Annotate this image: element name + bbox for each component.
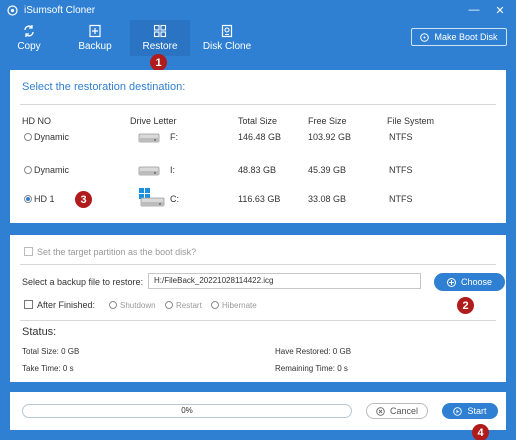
tab-backup[interactable]: Backup	[70, 20, 120, 56]
total-size-cell: 146.48 GB	[238, 132, 282, 142]
file-system-cell: NTFS	[389, 194, 413, 204]
have-restored-status: Have Restored: 0 GB	[275, 347, 352, 356]
copy-icon	[24, 25, 34, 37]
free-size-cell: 45.39 GB	[308, 165, 347, 175]
hd-no-cell: HD 1	[34, 194, 55, 204]
restart-label: Restart	[176, 301, 202, 310]
title-bar: iSumsoft Cloner	[0, 0, 516, 20]
tab-label: Disk Clone	[202, 41, 252, 52]
cancel-button[interactable]: Cancel	[366, 403, 428, 419]
hibernate-radio[interactable]	[211, 301, 219, 309]
make-boot-disk-button[interactable]: Make Boot Disk	[411, 28, 507, 46]
partition-radio[interactable]	[24, 133, 32, 141]
close-icon[interactable]: ✕	[490, 0, 510, 20]
select-backup-label: Select a backup file to restore:	[22, 277, 144, 287]
partition-radio-selected[interactable]	[24, 195, 32, 203]
tab-label: Restore	[142, 41, 178, 52]
cancel-label: Cancel	[389, 406, 418, 416]
hibernate-label: Hibernate	[222, 301, 257, 310]
choose-button[interactable]: Choose	[434, 273, 505, 291]
drive-letter-cell: F:	[170, 132, 178, 142]
start-button[interactable]: Start	[442, 403, 498, 419]
divider	[20, 320, 496, 321]
minimize-icon[interactable]: —	[464, 0, 484, 20]
start-label: Start	[467, 406, 487, 416]
backup-path-field[interactable]: H:/FileBack_20221028114422.icg	[148, 273, 421, 289]
column-header-file-system: File System	[387, 116, 435, 126]
tab-restore[interactable]: Restore	[130, 20, 190, 56]
hd-no-cell: Dynamic	[34, 165, 70, 175]
column-header-drive-letter: Drive Letter	[130, 116, 177, 126]
hard-drive-icon	[138, 166, 160, 176]
tab-copy[interactable]: Copy	[4, 20, 54, 56]
take-time-status: Take Time: 0 s	[22, 364, 74, 373]
annotation-badge-2: 2	[457, 297, 474, 314]
total-size-status: Total Size: 0 GB	[22, 347, 80, 356]
total-size-cell: 48.83 GB	[238, 165, 277, 175]
action-panel: 0% Cancel Start	[10, 392, 506, 430]
shutdown-radio[interactable]	[109, 301, 117, 309]
total-size-cell: 116.63 GB	[238, 194, 281, 204]
annotation-badge-1: 1	[150, 54, 167, 71]
windows-drive-icon	[139, 188, 165, 207]
file-system-cell: NTFS	[389, 132, 413, 142]
add-icon	[446, 277, 456, 287]
tab-label: Copy	[17, 41, 41, 52]
column-header-free-size: Free Size	[308, 116, 347, 126]
destination-panel: Select the restoration destination: HD N…	[10, 70, 506, 223]
column-header-hd-no: HD NO	[22, 116, 51, 126]
drive-letter-cell: C:	[170, 194, 179, 204]
restart-radio[interactable]	[165, 301, 173, 309]
status-title: Status:	[22, 326, 57, 338]
options-panel: Set the target partition as the boot dis…	[10, 235, 506, 382]
progress-text: 0%	[181, 406, 193, 415]
annotation-badge-4: 4	[472, 424, 489, 440]
choose-label: Choose	[460, 277, 493, 287]
restore-icon	[153, 24, 167, 38]
partition-radio[interactable]	[24, 166, 32, 174]
shutdown-label: Shutdown	[120, 301, 156, 310]
free-size-cell: 103.92 GB	[308, 132, 352, 142]
play-icon	[453, 406, 463, 416]
make-boot-disk-label: Make Boot Disk	[434, 32, 498, 42]
after-finished-checkbox[interactable]	[24, 300, 33, 309]
divider	[20, 264, 496, 265]
annotation-badge-3: 3	[75, 191, 92, 208]
boot-disk-checkbox[interactable]	[24, 247, 33, 256]
drive-letter-cell: I:	[170, 165, 176, 175]
disk-clone-icon	[221, 24, 233, 38]
free-size-cell: 33.08 GB	[308, 194, 347, 204]
destination-title: Select the restoration destination:	[22, 81, 186, 93]
file-system-cell: NTFS	[389, 165, 413, 175]
app-title: iSumsoft Cloner	[24, 4, 96, 16]
cancel-icon	[376, 406, 385, 416]
divider	[20, 104, 496, 105]
hd-no-cell: Dynamic	[34, 132, 70, 142]
app-logo-icon	[6, 4, 18, 16]
after-finished-label: After Finished:	[37, 300, 96, 310]
backup-icon	[89, 24, 101, 38]
disc-icon	[420, 32, 430, 42]
progress-bar: 0%	[22, 404, 352, 418]
hard-drive-icon	[138, 133, 160, 143]
remaining-time-status: Remaining Time: 0 s	[275, 364, 348, 373]
tab-label: Backup	[78, 41, 112, 52]
boot-disk-label: Set the target partition as the boot dis…	[37, 247, 197, 257]
tab-disk-clone[interactable]: Disk Clone	[198, 20, 256, 56]
column-header-total-size: Total Size	[238, 116, 278, 126]
